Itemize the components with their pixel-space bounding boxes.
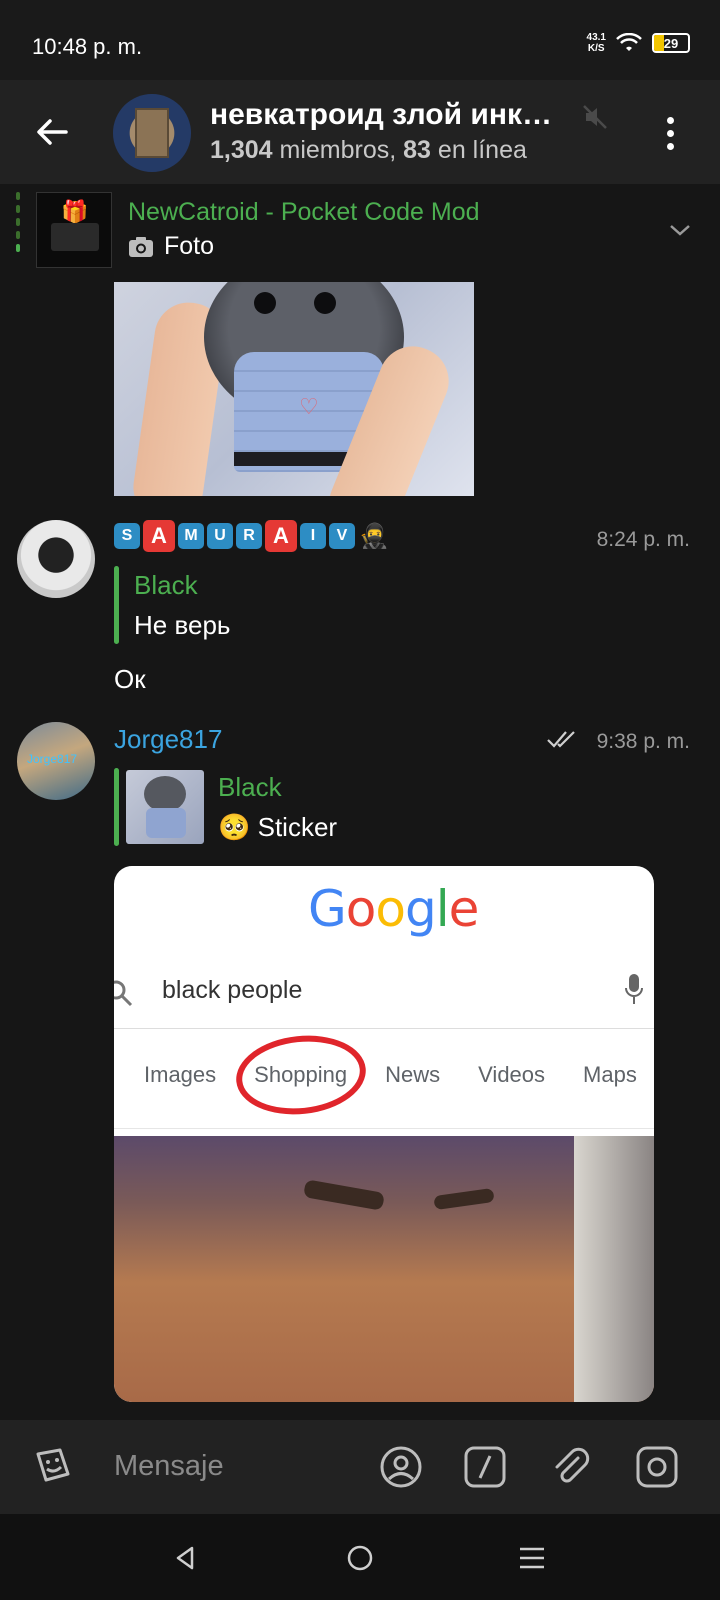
pinned-title: NewCatroid - Pocket Code Mod: [128, 198, 480, 226]
message-photo-cat[interactable]: ♡: [114, 282, 474, 496]
nav-back-icon[interactable]: [170, 1542, 202, 1574]
letter-badge: A: [265, 520, 297, 552]
camera-icon: [129, 236, 153, 257]
meme-face: [114, 1136, 654, 1402]
letter-badge: S: [114, 523, 140, 549]
group-title[interactable]: невкатроид злой инк…: [210, 98, 580, 132]
members-label: miembros,: [279, 136, 397, 164]
system-nav-bar: [0, 1514, 720, 1600]
group-subtitle: 1,304 miembros, 83 en línea: [210, 136, 527, 165]
ninja-emoji-icon: 🥷: [359, 522, 389, 550]
sticker-emoji-icon[interactable]: [30, 1444, 76, 1490]
search-icon: [114, 980, 133, 1007]
status-bar: 10:48 p. m. 43.1 K/S 29: [0, 0, 720, 80]
network-speed-value: 43.1: [586, 32, 606, 43]
avatar[interactable]: [17, 520, 95, 598]
meme-tabs: Images Shopping News Videos Maps: [144, 1062, 637, 1088]
avatar[interactable]: Jorge817: [17, 722, 95, 800]
pinned-indicator: [16, 192, 20, 266]
battery-icon: 29: [652, 33, 690, 53]
meme-tab: News: [385, 1062, 441, 1087]
network-speed: 43.1 K/S: [587, 32, 606, 54]
mic-icon: [625, 974, 643, 1004]
letter-badge: M: [178, 523, 204, 549]
network-speed-unit: K/S: [587, 43, 605, 54]
google-logo: Google: [308, 880, 479, 938]
letter-badge: I: [300, 523, 326, 549]
status-time: 10:48 p. m.: [32, 34, 143, 59]
double-check-icon: [547, 731, 575, 748]
pinned-thumbnail: 🎁: [36, 192, 112, 268]
letter-badge: R: [236, 523, 262, 549]
message-input[interactable]: Mensaje: [114, 1450, 224, 1483]
pinned-message-bar[interactable]: 🎁 NewCatroid - Pocket Code Mod Foto: [0, 184, 720, 274]
pinned-subtitle-text: Foto: [164, 232, 215, 260]
status-icons: 43.1 K/S 29: [587, 32, 690, 54]
message-time: 9:38 p. m.: [596, 730, 690, 753]
avatar-text: Jorge817: [27, 752, 78, 766]
message-text: Ок: [114, 664, 146, 694]
red-circle-mark: [232, 1029, 370, 1121]
sender-name-samuraiv[interactable]: S A M U R A I V 🥷: [114, 520, 390, 552]
reply-text: 🥺 Sticker: [218, 812, 338, 842]
reply-thumbnail: [126, 770, 204, 844]
battery-level: 29: [663, 35, 679, 51]
chevron-down-icon[interactable]: [668, 218, 692, 242]
reply-sender: Black: [134, 570, 198, 600]
reply-quote[interactable]: Black Не верь: [114, 566, 414, 644]
chat-header: невкатроид злой инк… 1,304 miembros, 83 …: [0, 80, 720, 184]
pinned-subtitle: Foto: [128, 232, 214, 261]
muted-icon: [583, 105, 607, 129]
back-arrow-icon[interactable]: [30, 110, 74, 154]
attach-icon[interactable]: [548, 1444, 594, 1490]
group-avatar[interactable]: [113, 94, 191, 172]
message-time: 8:24 p. m.: [596, 528, 690, 551]
nav-home-icon[interactable]: [344, 1542, 376, 1574]
wifi-icon: [616, 33, 642, 51]
sender-name[interactable]: Jorge817: [114, 724, 222, 755]
meme-tab: Videos: [478, 1062, 546, 1087]
reply-text: Не верь: [134, 610, 231, 640]
letter-badge: U: [207, 523, 233, 549]
bot-command-icon[interactable]: [462, 1444, 508, 1490]
meme-tab: Maps: [583, 1062, 637, 1087]
meme-tab: Images: [144, 1062, 217, 1087]
meme-query: black people: [162, 976, 303, 1004]
account-icon[interactable]: [378, 1444, 424, 1490]
camera-icon[interactable]: [634, 1444, 680, 1490]
more-options-icon[interactable]: [660, 114, 680, 154]
members-count: 1,304: [210, 136, 273, 164]
nav-recents-icon[interactable]: [516, 1542, 548, 1574]
message-photo-meme[interactable]: Google black people Images Shopping News…: [114, 866, 654, 1402]
letter-badge: A: [143, 520, 175, 552]
reply-quote[interactable]: Black 🥺 Sticker: [114, 768, 474, 846]
reply-sender: Black: [218, 772, 282, 802]
message-input-bar: Mensaje: [0, 1420, 720, 1514]
letter-badge: V: [329, 523, 355, 549]
gift-icon: 🎁: [61, 199, 89, 224]
online-count: 83: [403, 136, 431, 164]
online-label: en línea: [437, 136, 527, 164]
